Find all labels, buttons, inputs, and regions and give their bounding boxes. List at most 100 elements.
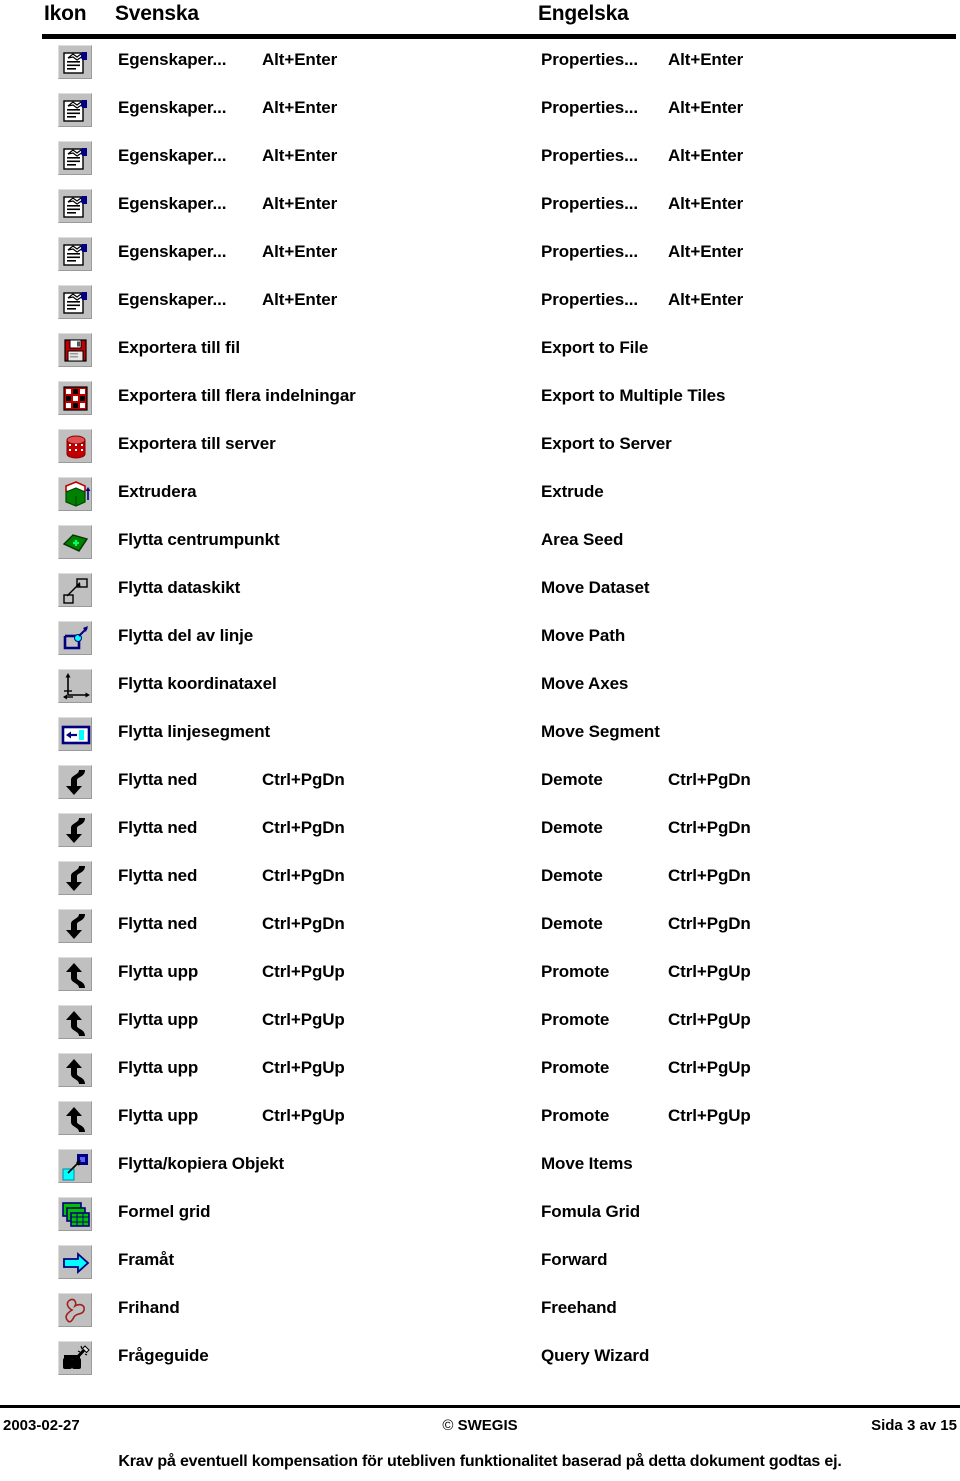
icon-cell — [58, 333, 94, 369]
table-row: Flytta linjesegment Move Segment — [0, 715, 960, 763]
icon-cell — [58, 909, 94, 945]
icon-cell — [58, 189, 94, 225]
translation-table-body: Egenskaper... Alt+Enter Properties... Alt+E… — [0, 43, 960, 1387]
demote-arrow-down-icon[interactable] — [58, 861, 92, 895]
column-header-english: Engelska — [538, 2, 629, 25]
properties-icon[interactable] — [58, 141, 92, 175]
swedish-label: Exportera till server — [118, 434, 276, 453]
table-row: Exportera till flera indelningar Export t… — [0, 379, 960, 427]
swedish-label: Flytta del av linje — [118, 626, 254, 645]
swedish-shortcut: Ctrl+PgUp — [262, 962, 345, 981]
properties-icon[interactable] — [58, 93, 92, 127]
english-label: Export to Multiple Tiles — [541, 386, 726, 405]
swedish-shortcut: Ctrl+PgDn — [262, 818, 345, 837]
extrude-icon[interactable] — [58, 477, 92, 511]
english-shortcut: Alt+Enter — [668, 146, 744, 165]
icon-cell — [58, 1197, 94, 1233]
swedish-label: Flytta upp — [118, 1058, 199, 1077]
swedish-label: Flytta ned — [118, 866, 198, 885]
swedish-label: Egenskaper... — [118, 242, 227, 261]
table-row: Flytta upp Ctrl+PgUp Promote Ctrl+PgUp — [0, 955, 960, 1003]
footer-divider — [0, 1405, 960, 1408]
table-row: Exportera till server Export to Server — [0, 427, 960, 475]
swedish-shortcut: Ctrl+PgUp — [262, 1010, 345, 1029]
table-row: Formel grid Fomula Grid — [0, 1195, 960, 1243]
english-label: Promote — [541, 1058, 610, 1077]
properties-icon[interactable] — [58, 189, 92, 223]
column-header-icon: Ikon — [44, 2, 87, 25]
swedish-label: Flytta ned — [118, 770, 198, 789]
english-label: Move Path — [541, 626, 626, 645]
swedish-shortcut: Ctrl+PgDn — [262, 866, 345, 885]
swedish-label: Frågeguide — [118, 1346, 209, 1365]
floppy-disk-icon[interactable] — [58, 333, 92, 367]
icon-cell — [58, 93, 94, 129]
english-label: Properties... — [541, 98, 638, 117]
swedish-shortcut: Alt+Enter — [262, 242, 338, 261]
promote-arrow-up-icon[interactable] — [58, 1053, 92, 1087]
promote-arrow-up-icon[interactable] — [58, 1005, 92, 1039]
english-shortcut: Ctrl+PgDn — [668, 818, 751, 837]
icon-cell — [58, 1245, 94, 1281]
english-label: Export to Server — [541, 434, 672, 453]
table-row: Egenskaper... Alt+Enter Properties... Alt+E… — [0, 283, 960, 331]
swedish-label: Flytta ned — [118, 914, 198, 933]
icon-cell — [58, 717, 94, 753]
move-items-icon[interactable] — [58, 1149, 92, 1183]
database-cylinder-icon[interactable] — [58, 429, 92, 463]
freehand-icon[interactable] — [58, 1293, 92, 1327]
table-row: Flytta upp Ctrl+PgUp Promote Ctrl+PgUp — [0, 1003, 960, 1051]
english-label: Properties... — [541, 242, 638, 261]
english-label: Forward — [541, 1250, 608, 1269]
demote-arrow-down-icon[interactable] — [58, 765, 92, 799]
properties-icon[interactable] — [58, 237, 92, 271]
swedish-shortcut: Alt+Enter — [262, 290, 338, 309]
move-segment-icon[interactable] — [58, 717, 92, 751]
icon-cell — [58, 1341, 94, 1377]
swedish-shortcut: Alt+Enter — [262, 98, 338, 117]
icon-cell — [58, 45, 94, 81]
swedish-shortcut: Ctrl+PgUp — [262, 1106, 345, 1125]
forward-arrow-icon[interactable] — [58, 1245, 92, 1279]
swedish-label: Flytta centrumpunkt — [118, 530, 280, 549]
table-row: Egenskaper... Alt+Enter Properties... Alt+E… — [0, 139, 960, 187]
query-wizard-icon[interactable] — [58, 1341, 92, 1375]
demote-arrow-down-icon[interactable] — [58, 909, 92, 943]
table-row: Framåt Forward — [0, 1243, 960, 1291]
swedish-label: Flytta/kopiera Objekt — [118, 1154, 285, 1173]
table-row: Flytta centrumpunkt Area Seed — [0, 523, 960, 571]
formula-grid-icon[interactable] — [58, 1197, 92, 1231]
swedish-shortcut: Ctrl+PgUp — [262, 1058, 345, 1077]
english-shortcut: Alt+Enter — [668, 50, 744, 69]
header-divider — [42, 34, 956, 39]
english-label: Promote — [541, 1106, 610, 1125]
table-row: Flytta ned Ctrl+PgDn Demote Ctrl+PgDn — [0, 811, 960, 859]
table-row: Exportera till fil Export to File — [0, 331, 960, 379]
english-shortcut: Ctrl+PgUp — [668, 1106, 751, 1125]
move-dataset-icon[interactable] — [58, 573, 92, 607]
multiple-tiles-icon[interactable] — [58, 381, 92, 415]
english-label: Extrude — [541, 482, 604, 501]
english-shortcut: Alt+Enter — [668, 290, 744, 309]
promote-arrow-up-icon[interactable] — [58, 1101, 92, 1135]
table-row: Flytta del av linje Move Path — [0, 619, 960, 667]
demote-arrow-down-icon[interactable] — [58, 813, 92, 847]
swedish-label: Formel grid — [118, 1202, 211, 1221]
move-axes-icon[interactable] — [58, 669, 92, 703]
properties-icon[interactable] — [58, 45, 92, 79]
promote-arrow-up-icon[interactable] — [58, 957, 92, 991]
english-label: Demote — [541, 914, 603, 933]
english-label: Area Seed — [541, 530, 624, 549]
area-seed-icon[interactable] — [58, 525, 92, 559]
table-row: Egenskaper... Alt+Enter Properties... Alt+E… — [0, 43, 960, 91]
move-path-icon[interactable] — [58, 621, 92, 655]
properties-icon[interactable] — [58, 285, 92, 319]
english-shortcut: Ctrl+PgDn — [668, 770, 751, 789]
english-label: Move Dataset — [541, 578, 650, 597]
icon-cell — [58, 477, 94, 513]
table-header: Ikon Svenska Engelska — [0, 0, 960, 42]
english-label: Properties... — [541, 50, 638, 69]
icon-cell — [58, 669, 94, 705]
icon-cell — [58, 1149, 94, 1185]
footer-disclaimer: Krav på eventuell kompensation för utebl… — [118, 1453, 842, 1470]
